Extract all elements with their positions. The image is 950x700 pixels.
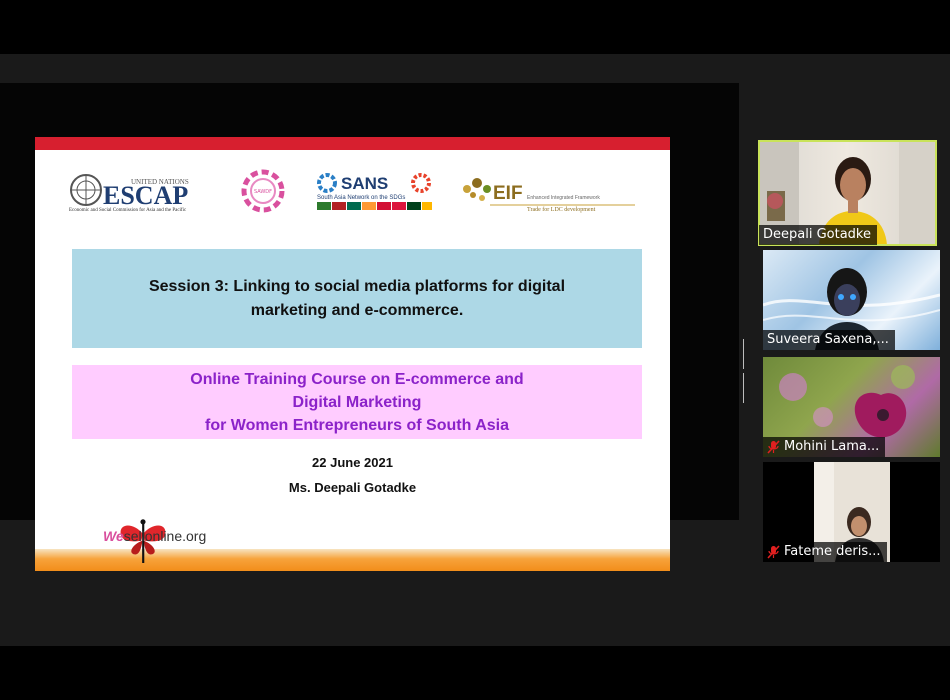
escap-text: ESCAP bbox=[103, 181, 188, 210]
participant-name-bar: Suveera Saxena,... bbox=[763, 330, 895, 350]
slide-top-bar bbox=[35, 137, 670, 150]
participant-name-bar: Deepali Gotadke bbox=[759, 225, 877, 245]
mic-muted-icon bbox=[767, 440, 780, 454]
participant-tile-deepali[interactable]: Deepali Gotadke bbox=[758, 140, 937, 246]
course-title-box: Online Training Course on E-commerce and… bbox=[72, 365, 642, 439]
course-title-line-3: for Women Entrepreneurs of South Asia bbox=[204, 416, 510, 434]
participant-tile-fateme[interactable]: Fateme deris... bbox=[763, 462, 940, 562]
escap-logo: UNITED NATIONS ESCAP Economic and Social… bbox=[69, 174, 189, 213]
brand-suffix: sellonline.org bbox=[123, 528, 207, 544]
partner-logos: UNITED NATIONS ESCAP Economic and Social… bbox=[69, 169, 635, 213]
participant-name-bar: Fateme deris... bbox=[763, 542, 887, 562]
eif-subtitle-2: Trade for LDC development bbox=[527, 206, 596, 213]
weselling-brand: Wesellonline.org bbox=[103, 528, 206, 544]
course-title-line-1: Online Training Course on E-commerce and bbox=[190, 370, 524, 388]
participant-name: Mohini Lama... bbox=[784, 439, 880, 454]
brand-prefix: We bbox=[103, 528, 124, 544]
shared-slide: UNITED NATIONS ESCAP Economic and Social… bbox=[35, 137, 670, 571]
sawdf-logo: SAWDF bbox=[241, 169, 285, 213]
eif-logo: EIF Enhanced Integrated Framework Trade … bbox=[463, 178, 635, 213]
participant-tile-mohini[interactable]: Mohini Lama... bbox=[763, 357, 940, 457]
escap-subtitle: Economic and Social Commission for Asia … bbox=[69, 208, 187, 213]
sans-subtitle: South Asia Network on the SDGs bbox=[317, 195, 405, 201]
sawdf-text: SAWDF bbox=[254, 189, 272, 195]
presenter-name: Ms. Deepali Gotadke bbox=[288, 480, 417, 495]
session-date: 22 June 2021 bbox=[312, 455, 393, 470]
sans-text: SANS bbox=[341, 174, 388, 193]
sans-logo: SANS South Asia Network on the SDGs bbox=[317, 173, 432, 210]
course-title-line-2: Digital Marketing bbox=[292, 393, 422, 411]
participant-name-bar: Mohini Lama... bbox=[763, 437, 886, 457]
participant-tile-suveera[interactable]: Suveera Saxena,... bbox=[763, 250, 940, 350]
eif-text: EIF bbox=[493, 183, 523, 204]
session-title: Session 3: Linking to social media platf… bbox=[148, 277, 566, 319]
participant-name: Fateme deris... bbox=[784, 544, 881, 559]
eif-subtitle-1: Enhanced Integrated Framework bbox=[527, 195, 600, 201]
panel-resize-handle[interactable] bbox=[743, 339, 747, 403]
mic-muted-icon bbox=[767, 545, 780, 559]
session-title-box: Session 3: Linking to social media platf… bbox=[72, 249, 642, 348]
participant-name: Suveera Saxena,... bbox=[767, 332, 889, 347]
participant-name: Deepali Gotadke bbox=[763, 227, 871, 242]
